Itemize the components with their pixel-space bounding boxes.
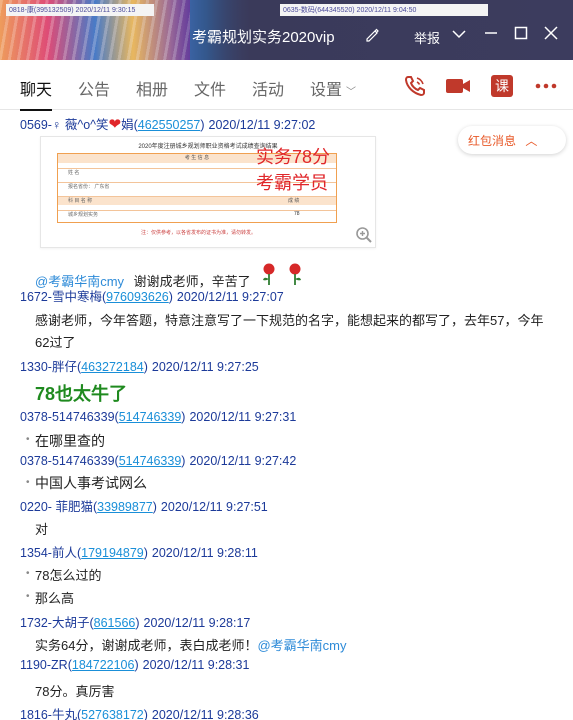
qq-number-link[interactable]: 976093626: [106, 290, 169, 304]
message-header: 0220- 菲肥猫(33989877) 2020/12/11 9:27:51: [20, 500, 268, 514]
tab-chat[interactable]: 聊天: [20, 76, 53, 111]
qq-number-link[interactable]: 33989877: [97, 500, 153, 514]
background-tab[interactable]: 0818-康(395132509) 2020/12/11 9:30:15: [6, 4, 154, 16]
sender-name[interactable]: 1330-胖仔: [20, 360, 77, 374]
qq-number-link[interactable]: 514746339: [119, 454, 182, 468]
qq-number-link[interactable]: 527638172: [81, 708, 144, 720]
message-header: 1672-雪中寒梅(976093626) 2020/12/11 9:27:07: [20, 290, 284, 304]
chevron-down-icon[interactable]: [448, 26, 470, 43]
minimize-icon[interactable]: [480, 26, 502, 44]
message-header: 1330-胖仔(463272184) 2020/12/11 9:27:25: [20, 360, 259, 374]
double-chevron-up-icon: ︿: [525, 134, 538, 148]
certificate-score-header: 成 绩: [288, 198, 300, 204]
bullet-icon: •: [26, 434, 30, 445]
video-icon[interactable]: [444, 73, 470, 99]
message-header: 0378-514746339(514746339) 2020/12/11 9:27…: [20, 410, 297, 424]
message-time: 2020/12/11 9:28:31: [142, 658, 250, 672]
qq-number-link[interactable]: 462550257: [138, 118, 201, 132]
phone-icon[interactable]: [402, 73, 428, 99]
message-header: 1732-大胡子(861566) 2020/12/11 9:28:17: [20, 616, 251, 630]
message-header: 0569-♀ 薇^o^笑❤娟(462550257) 2020/12/11 9:27…: [20, 116, 316, 133]
message-time: 2020/12/11 9:28:11: [151, 546, 258, 560]
mention-link[interactable]: @考霸华南cmy: [257, 638, 346, 653]
window-title: 考霸规划实务2020vip: [192, 29, 335, 46]
bullet-icon: •: [26, 591, 30, 602]
tab-settings[interactable]: 设置 ﹀: [310, 76, 356, 100]
close-icon[interactable]: [540, 26, 562, 44]
zoom-icon[interactable]: [355, 226, 375, 246]
lesson-label: 课: [491, 75, 513, 97]
tab-bar: 聊天 公告 相册 文件 活动 设置 ﹀ 课: [0, 60, 573, 111]
maximize-icon[interactable]: [510, 26, 532, 44]
tab-settings-label: 设置: [310, 82, 343, 99]
message-text: 中国人事考试网么: [35, 475, 147, 491]
redpack-label: 红包消息: [468, 134, 517, 148]
message-time: 2020/12/11 9:27:31: [189, 410, 297, 424]
tab-activity[interactable]: 活动: [252, 76, 284, 100]
sender-name[interactable]: 0378-514746339: [20, 454, 115, 468]
sender-name[interactable]: 1672-雪中寒梅: [20, 290, 102, 304]
tab-album[interactable]: 相册: [136, 76, 168, 100]
message-text: 实务64分，谢谢成老师，表白成老师！@考霸华南cmy: [35, 638, 347, 653]
chevron-down-icon: ﹀: [346, 87, 357, 98]
message-time: 2020/12/11 9:28:17: [143, 616, 251, 630]
sender-name[interactable]: 娟: [121, 118, 134, 132]
sender-name[interactable]: 1354-前人: [20, 546, 77, 560]
report-button[interactable]: 举报: [414, 28, 440, 47]
sender-name[interactable]: 0378-514746339: [20, 410, 115, 424]
sender-name[interactable]: ♀ 薇^o^笑: [52, 118, 109, 132]
message-text: 78也太牛了: [35, 384, 128, 404]
bullet-icon: •: [26, 477, 30, 488]
qq-number-link[interactable]: 179194879: [81, 546, 144, 560]
certificate-annotation: 实务78分: [256, 147, 331, 167]
certificate-foot: 注：仅供参考，以各省发布的证书为准，请勿转发。: [141, 230, 257, 236]
message-header: 0378-514746339(514746339) 2020/12/11 9:27…: [20, 454, 297, 468]
certificate-annotation: 考霸学员: [256, 173, 328, 193]
message-time: 2020/12/11 9:27:25: [151, 360, 259, 374]
message-header: 1354-前人(179194879) 2020/12/11 9:28:11: [20, 546, 258, 560]
message-time: 2020/12/11 9:27:42: [189, 454, 297, 468]
message-text: 那么高: [35, 591, 75, 606]
message-text: 在哪里查的: [35, 433, 105, 449]
heart-icon: ❤: [108, 116, 122, 133]
sender-name[interactable]: 1732-大胡子: [20, 616, 89, 630]
tab-announcement[interactable]: 公告: [78, 76, 110, 100]
message-header: 1190-ZR(184722106) 2020/12/11 9:28:31: [20, 658, 250, 672]
message-time: 2020/12/11 9:27:07: [176, 290, 284, 304]
qq-number-link[interactable]: 514746339: [119, 410, 182, 424]
message-time: 2020/12/11 9:28:36: [151, 708, 259, 720]
message-text: 62过了: [35, 335, 76, 350]
certificate-score: 78: [294, 211, 300, 217]
certificate-image[interactable]: 2020年度注册城乡规划师职业资格考试成绩查询结果 考 生 信 息 姓 名 报名…: [40, 136, 376, 248]
lesson-icon[interactable]: 课: [489, 73, 515, 99]
message-time: 2020/12/11 9:27:02: [208, 118, 316, 132]
message-text: 感谢老师，今年答题，特意注意写了一下规范的名字，能想起来的都写了，去年57，今年: [35, 313, 544, 328]
redpack-notice[interactable]: 红包消息 ︿: [458, 126, 566, 154]
qq-number-link[interactable]: 463272184: [81, 360, 144, 374]
message-text: 78分。真厉害: [35, 684, 115, 699]
sender-name[interactable]: 0569-: [20, 118, 52, 132]
bullet-icon: •: [26, 568, 30, 579]
background-tab[interactable]: 0635-数码(644345520) 2020/12/11 9:04:50: [280, 4, 488, 16]
chat-area[interactable]: 红包消息 ︿ 0569-♀ 薇^o^笑❤娟(462550257) 2020/12/…: [0, 110, 573, 720]
rose-icon: [286, 263, 304, 289]
sender-name[interactable]: 0220- 菲肥猫: [20, 500, 93, 514]
message-time: 2020/12/11 9:27:51: [160, 500, 268, 514]
message-text: 78怎么过的: [35, 568, 102, 583]
qq-number-link[interactable]: 861566: [94, 616, 136, 630]
qq-number-link[interactable]: 184722106: [72, 658, 135, 672]
title-bar: 0818-康(395132509) 2020/12/11 9:30:15 063…: [0, 0, 573, 60]
message-text: 对: [35, 522, 49, 537]
more-icon[interactable]: [533, 73, 559, 99]
edit-icon[interactable]: [365, 28, 379, 45]
sender-name[interactable]: 1816-牛丸: [20, 708, 77, 720]
sender-name[interactable]: 1190-ZR: [20, 658, 68, 672]
tab-files[interactable]: 文件: [194, 76, 226, 100]
message-header: 1816-牛丸(527638172) 2020/12/11 9:28:36: [20, 708, 259, 720]
